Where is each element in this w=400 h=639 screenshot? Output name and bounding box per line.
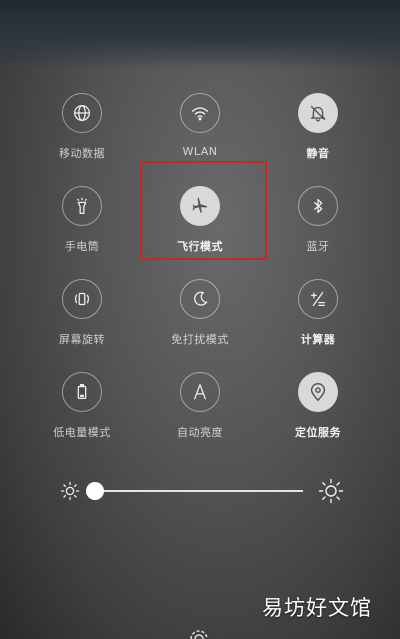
sun-small-icon <box>60 481 80 501</box>
brightness-slider-track[interactable] <box>95 490 303 492</box>
auto-brightness-icon <box>180 372 220 412</box>
toggle-calculator[interactable]: 计算器 <box>259 279 377 369</box>
toggle-bluetooth[interactable]: 蓝牙 <box>259 186 377 276</box>
tile-label: 自动亮度 <box>177 426 223 439</box>
toggle-location[interactable]: 定位服务 <box>259 372 377 462</box>
bell-mute-icon <box>298 93 338 133</box>
toggle-silent[interactable]: 静音 <box>259 93 377 183</box>
toggle-auto-brightness[interactable]: 自动亮度 <box>141 372 259 462</box>
tile-label: 静音 <box>306 147 330 160</box>
tile-label: WLAN <box>182 145 218 158</box>
brightness-slider-knob[interactable] <box>86 482 104 500</box>
settings-gear-icon[interactable] <box>186 626 212 639</box>
wifi-icon <box>180 93 220 133</box>
battery-icon <box>62 372 102 412</box>
tile-label: 免打扰模式 <box>171 333 229 346</box>
rotate-icon <box>62 279 102 319</box>
tile-label: 计算器 <box>300 333 336 346</box>
toggle-do-not-disturb[interactable]: 免打扰模式 <box>141 279 259 369</box>
tile-label: 移动数据 <box>59 147 105 160</box>
toggle-mobile-data[interactable]: 移动数据 <box>23 93 141 183</box>
bluetooth-icon <box>298 186 338 226</box>
sun-large-icon <box>318 478 344 504</box>
tile-label: 低电量模式 <box>53 426 111 439</box>
calculator-icon <box>298 279 338 319</box>
watermark-text: 易坊好文馆 <box>262 596 372 620</box>
toggle-screen-rotation[interactable]: 屏幕旋转 <box>23 279 141 369</box>
tile-label: 屏幕旋转 <box>59 333 105 346</box>
globe-icon <box>62 93 102 133</box>
tile-label: 定位服务 <box>295 426 341 439</box>
toggle-low-power[interactable]: 低电量模式 <box>23 372 141 462</box>
flashlight-icon <box>62 186 102 226</box>
moon-icon <box>180 279 220 319</box>
status-bar-area <box>0 0 400 70</box>
location-icon <box>298 372 338 412</box>
tile-label: 蓝牙 <box>306 240 330 253</box>
highlight-box <box>140 161 267 260</box>
tile-label: 手电筒 <box>64 240 100 253</box>
toggle-flashlight[interactable]: 手电筒 <box>23 186 141 276</box>
